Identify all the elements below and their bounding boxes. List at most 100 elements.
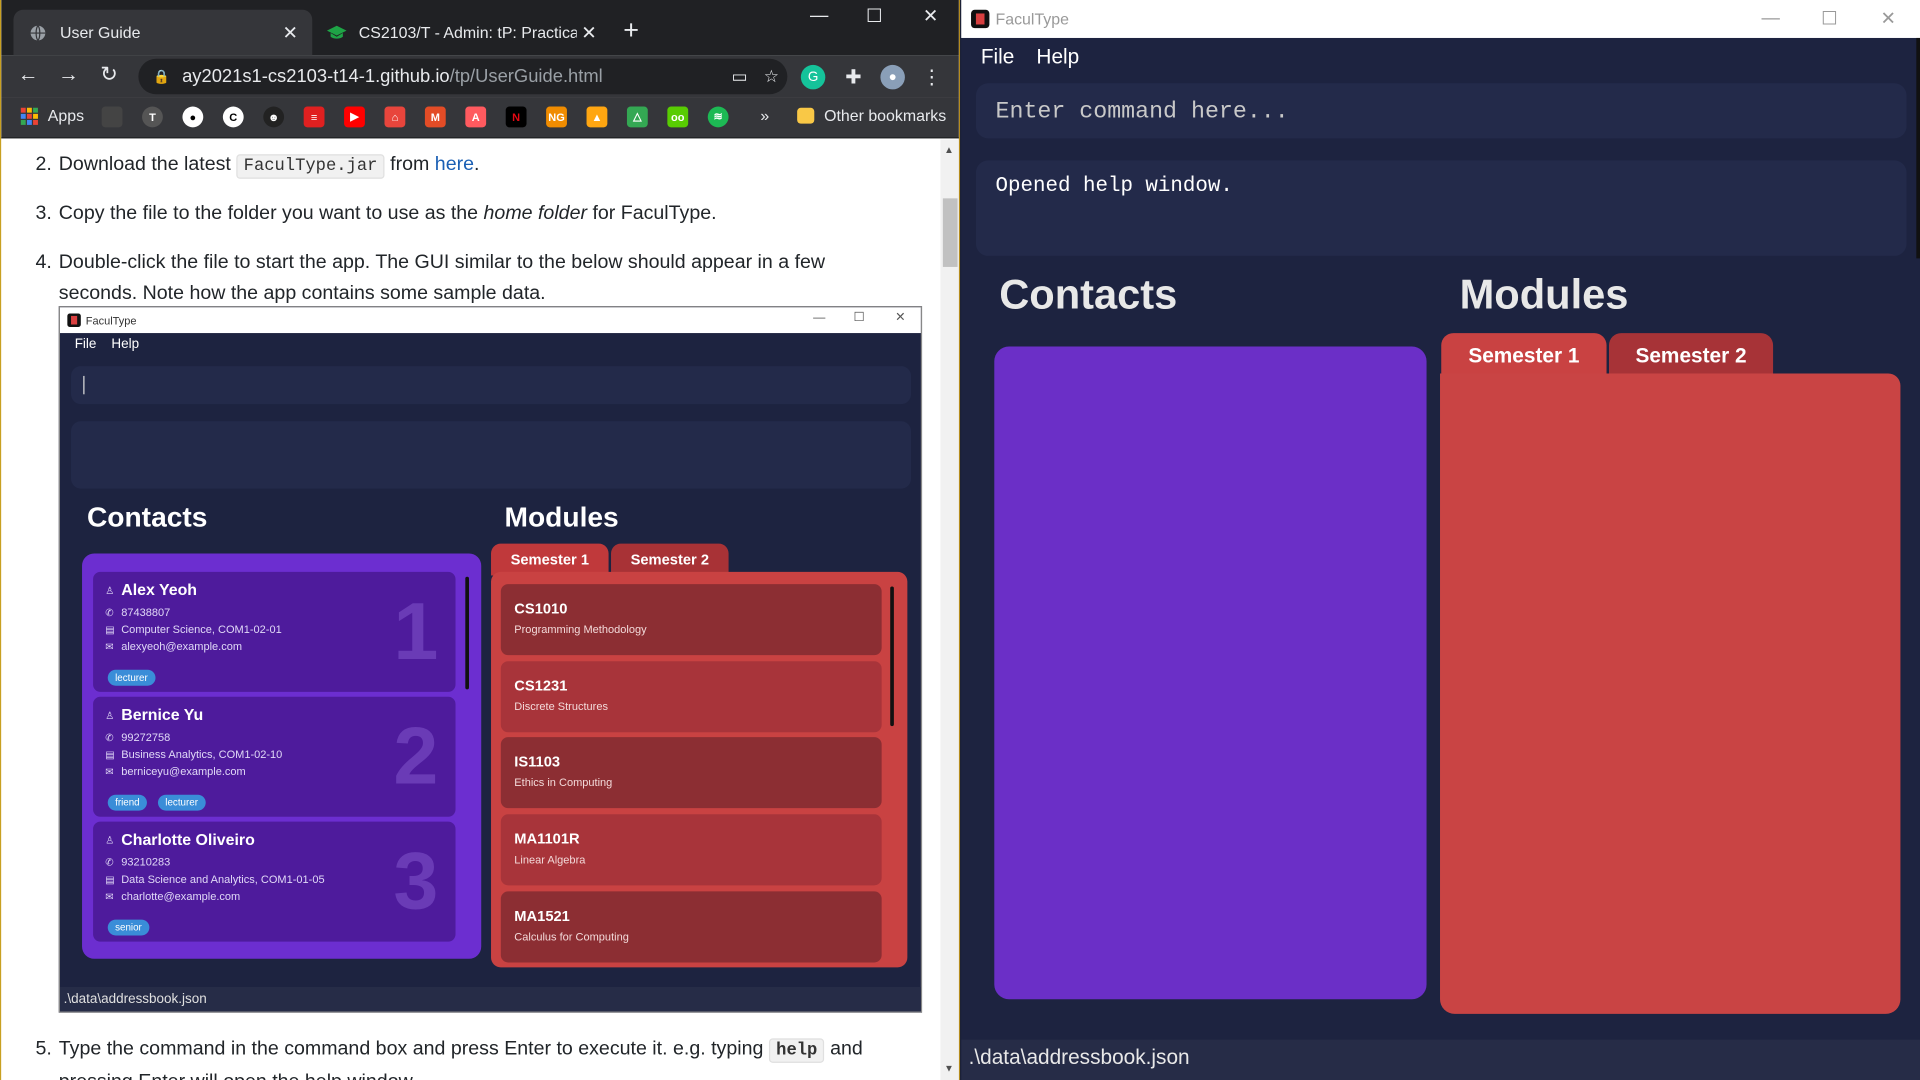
bookmark-2[interactable]: T <box>142 106 163 128</box>
contact-email: berniceyu@example.com <box>121 765 246 778</box>
bookmark-6[interactable]: ≡ <box>303 106 325 128</box>
mini-result-box <box>71 421 912 489</box>
phone-icon: ✆ <box>105 857 114 869</box>
building-icon: ▤ <box>105 749 115 761</box>
reload-icon[interactable]: ↻ <box>94 62 123 86</box>
bookmark-10[interactable]: A <box>465 106 487 128</box>
module-name: Calculus for Computing <box>514 930 629 943</box>
minimize-icon[interactable]: — <box>791 5 847 26</box>
tag-badge: lecturer <box>157 794 206 811</box>
back-icon[interactable]: ← <box>13 62 42 86</box>
close-window-icon[interactable]: ✕ <box>902 5 958 27</box>
new-tab-button[interactable]: + <box>623 17 639 44</box>
tab-semester-2[interactable]: Semester 2 <box>1608 333 1774 375</box>
graduation-cap-icon <box>326 23 347 43</box>
phone-icon: ✆ <box>105 607 114 619</box>
grammarly-icon[interactable]: G <box>800 64 826 90</box>
modules-heading: Modules <box>1459 271 1629 319</box>
mail-icon: ✉ <box>105 891 114 903</box>
contact-card: ♙ Bernice Yu ✆ 99272758 ▤ Business Analy… <box>93 696 456 817</box>
download-link[interactable]: here <box>435 154 474 175</box>
tag-badge: friend <box>107 794 147 811</box>
module-code: MA1101R <box>514 830 580 848</box>
bookmark-github[interactable]: ● <box>182 106 204 128</box>
step-text: Download the latest <box>58 154 237 176</box>
contacts-list-panel[interactable] <box>994 346 1427 1000</box>
page-scrollbar[interactable]: ▲ ▼ <box>940 139 959 1080</box>
app-logo-icon <box>67 313 81 327</box>
minimize-icon[interactable]: — <box>1746 7 1795 28</box>
forward-icon[interactable]: → <box>54 62 83 86</box>
url-text[interactable]: ay2021s1-cs2103-t14-1.github.io/tp/UserG… <box>182 66 724 87</box>
bookmark-spotify[interactable]: ≋ <box>707 106 729 128</box>
tab-title: User Guide <box>60 23 141 42</box>
command-box[interactable] <box>975 83 1907 139</box>
extensions-icon[interactable]: ✚ <box>841 65 865 89</box>
app-title: FaculType <box>995 9 1069 29</box>
minimize-icon: — <box>813 311 826 325</box>
contact-phone: 87438807 <box>121 606 171 619</box>
menu-file[interactable]: File <box>981 45 1015 69</box>
scrollbar-thumb[interactable] <box>942 198 958 267</box>
address-bar[interactable]: 🔒 ay2021s1-cs2103-t14-1.github.io/tp/Use… <box>138 58 788 95</box>
contact-card: ♙ Charlotte Oliveiro ✆ 93210283 ▤ Data S… <box>93 821 456 942</box>
mail-icon: ✉ <box>105 766 114 778</box>
modules-list-panel[interactable] <box>1440 373 1901 1014</box>
overflow-label: » <box>760 106 770 125</box>
close-tab-icon[interactable]: ✕ <box>278 21 302 44</box>
tab-user-guide[interactable]: User Guide ✕ <box>13 9 313 56</box>
netflix-icon: N <box>505 106 527 128</box>
tab-cs2103[interactable]: CS2103/T - Admin: tP: Practical E ✕ <box>312 10 611 55</box>
contact-card: ♙ Alex Yeoh ✆ 87438807 ▤ Computer Scienc… <box>93 571 456 692</box>
mini-menubar: File Help <box>75 337 139 352</box>
bookmark-netflix[interactable]: N <box>505 106 527 128</box>
bookmark-5[interactable]: ☻ <box>263 106 285 128</box>
other-bookmarks[interactable]: Other bookmarks <box>797 107 946 125</box>
command-input[interactable] <box>975 83 1907 139</box>
mini-command-box <box>71 366 912 405</box>
bookmark-12[interactable]: NG <box>546 106 567 128</box>
bookmarks-bar: Apps T ● C ☻ ≡ ▶ ⌂ M A N NG ▲ △ oo ≋ » O… <box>1 97 959 139</box>
tab-semester-1[interactable]: Semester 1 <box>1441 333 1607 375</box>
bookmark-8[interactable]: ⌂ <box>384 106 406 128</box>
scroll-down-icon[interactable]: ▼ <box>944 1063 954 1074</box>
bookmark-icon: A <box>465 106 487 128</box>
menu-help[interactable]: Help <box>1036 45 1079 69</box>
bookmark-icon: NG <box>546 106 567 128</box>
app-logo-icon <box>971 9 990 29</box>
apps-grid-icon <box>20 107 38 125</box>
step-text: for FaculType. <box>586 203 717 225</box>
maximize-icon[interactable]: ☐ <box>846 5 902 27</box>
avatar[interactable]: ● <box>880 64 905 90</box>
bookmark-15[interactable]: oo <box>667 106 689 128</box>
menu-help: Help <box>111 336 140 352</box>
module-name: Programming Methodology <box>514 623 647 636</box>
bookmark-1[interactable] <box>101 106 123 128</box>
bookmark-youtube[interactable]: ▶ <box>344 106 365 128</box>
close-tab-icon[interactable]: ✕ <box>577 21 601 44</box>
person-icon: ♙ <box>105 585 115 597</box>
apps-bookmark[interactable]: Apps <box>20 107 84 125</box>
tag-badge: senior <box>107 919 150 936</box>
module-name: Linear Algebra <box>514 853 586 866</box>
bookmark-drive[interactable]: △ <box>626 106 648 128</box>
step-number: 3. <box>35 203 52 225</box>
person-icon: ♙ <box>105 710 115 722</box>
bookmark-4[interactable]: C <box>222 106 244 128</box>
star-icon[interactable]: ☆ <box>756 66 788 87</box>
contact-name: Charlotte Oliveiro <box>121 830 255 849</box>
close-icon[interactable]: ✕ <box>1864 7 1913 30</box>
module-name: Ethics in Computing <box>514 776 613 789</box>
menu-icon[interactable]: ⋮ <box>920 65 944 89</box>
cast-icon[interactable]: ▭ <box>724 66 756 87</box>
bookmark-13[interactable]: ▲ <box>586 106 608 128</box>
scroll-up-icon[interactable]: ▲ <box>944 144 954 155</box>
bookmark-9[interactable]: M <box>424 106 446 128</box>
bookmark-icon: ⌂ <box>384 106 406 128</box>
contact-index: 3 <box>393 835 439 926</box>
step-text: Type the command in the command box and … <box>58 1038 769 1060</box>
maximize-icon[interactable]: ☐ <box>1805 7 1854 30</box>
step-text: Double-click the file to start the app. … <box>58 252 826 304</box>
inline-code: FaculType.jar <box>236 154 385 179</box>
bookmarks-overflow[interactable]: » <box>760 107 769 125</box>
